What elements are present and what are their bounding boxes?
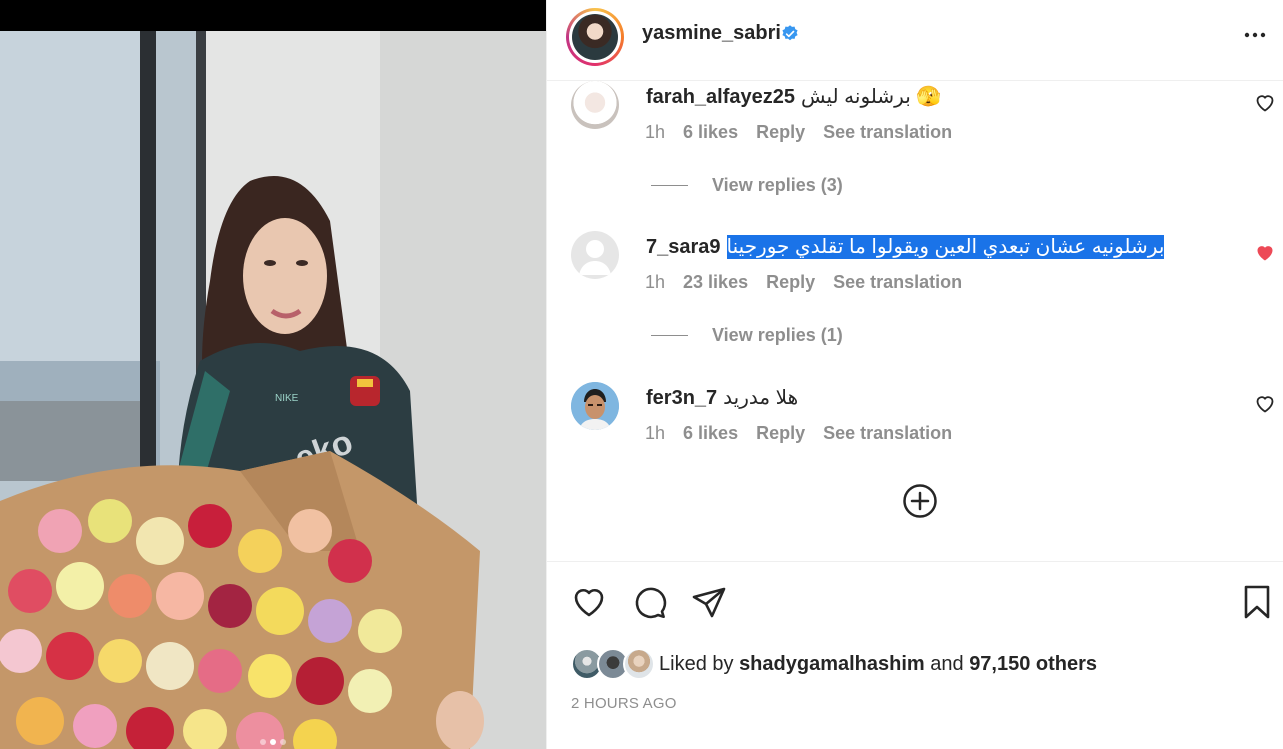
post-modal: NIKE eko yasmine_sabri farah_alfayez25 ب… [0, 0, 1283, 749]
post-photo-illustration: NIKE eko [0, 31, 546, 749]
verified-badge-icon [782, 25, 798, 41]
like-heart-icon[interactable] [569, 582, 609, 622]
svg-text:NIKE: NIKE [275, 393, 299, 404]
commenter-avatar[interactable] [571, 382, 619, 430]
liked-by-text: Liked by shadygamalhashim and 97,150 oth… [659, 653, 1097, 676]
commenter-avatar-image [571, 382, 619, 430]
comment-meta: 1h 23 likes Reply See translation [645, 272, 962, 293]
view-replies-label: View replies (1) [712, 325, 843, 345]
liked-by-user[interactable]: shadygamalhashim [739, 653, 925, 675]
post-photo[interactable]: NIKE eko [0, 31, 546, 749]
view-replies-button[interactable]: View replies (3) [651, 175, 843, 196]
avatar-frame [569, 11, 621, 63]
reply-button[interactable]: Reply [756, 122, 805, 143]
more-horizontal-icon[interactable] [1241, 21, 1269, 49]
post-header: yasmine_sabri [547, 0, 1283, 81]
comment-likes[interactable]: 23 likes [683, 272, 748, 293]
view-replies-line [651, 335, 688, 336]
comment-meta: 1h 6 likes Reply See translation [645, 122, 952, 143]
view-replies-label: View replies (3) [712, 175, 843, 195]
load-more-comments-icon[interactable] [902, 483, 938, 519]
comment-username[interactable]: 7_sara9 [646, 236, 721, 258]
carousel-dot [280, 739, 286, 745]
reply-button[interactable]: Reply [766, 272, 815, 293]
liked-by-row: Liked by shadygamalhashim and 97,150 oth… [571, 647, 1097, 681]
liker-avatar[interactable] [623, 648, 655, 680]
post-author-username[interactable]: yasmine_sabri [642, 22, 781, 45]
comment: fer3n_7 هلا مدريد 1h 6 likes Reply See tr… [547, 382, 1283, 452]
carousel-dot [260, 739, 266, 745]
comment-like-heart-icon[interactable] [1253, 90, 1277, 114]
comment-text-selected: برشلونيه عشان تبعدي العين ويقولوا ما تقل… [726, 235, 1165, 259]
comment-text: برشلونه ليش 🫣 [800, 86, 942, 108]
comment-meta: 1h 6 likes Reply See translation [645, 423, 952, 444]
post-side-panel: yasmine_sabri farah_alfayez25 برشلونه ليش… [546, 0, 1283, 749]
comment-likes[interactable]: 6 likes [683, 122, 738, 143]
comment-time[interactable]: 1h [645, 272, 665, 293]
comment-time[interactable]: 1h [645, 423, 665, 444]
see-translation-button[interactable]: See translation [823, 122, 952, 143]
reply-button[interactable]: Reply [756, 423, 805, 444]
share-send-icon[interactable] [689, 582, 729, 622]
default-avatar-icon [579, 240, 611, 275]
comment-body: fer3n_7 هلا مدريد [646, 385, 798, 410]
comment-like-heart-icon[interactable] [1253, 391, 1277, 415]
comments-list[interactable]: farah_alfayez25 برشلونه ليش 🫣 1h 6 likes … [547, 81, 1283, 561]
see-translation-button[interactable]: See translation [833, 272, 962, 293]
comment-bubble-icon[interactable] [629, 582, 669, 622]
story-ring[interactable] [566, 8, 624, 66]
commenter-avatar[interactable] [571, 81, 619, 129]
post-photo-panel: NIKE eko [0, 0, 546, 749]
commenter-avatar[interactable] [571, 231, 619, 279]
comment-likes[interactable]: 6 likes [683, 423, 738, 444]
carousel-dots [260, 739, 286, 745]
comment-username[interactable]: fer3n_7 [646, 387, 717, 409]
comment-body: 7_sara9 برشلونيه عشان تبعدي العين ويقولوا… [646, 234, 1165, 259]
view-replies-button[interactable]: View replies (1) [651, 325, 843, 346]
comment-text: هلا مدريد [723, 387, 799, 409]
carousel-dot-active [270, 739, 276, 745]
comment: 7_sara9 برشلونيه عشان تبعدي العين ويقولوا… [547, 231, 1283, 345]
comment-username[interactable]: farah_alfayez25 [646, 86, 795, 108]
avatar [572, 14, 618, 60]
view-replies-line [651, 185, 688, 186]
liked-by-others[interactable]: 97,150 others [969, 653, 1097, 675]
comment-body: farah_alfayez25 برشلونه ليش 🫣 [646, 84, 941, 109]
post-timestamp[interactable]: 2 HOURS AGO [571, 695, 677, 712]
comment: farah_alfayez25 برشلونه ليش 🫣 1h 6 likes … [547, 81, 1283, 195]
comment-liked-heart-icon[interactable] [1253, 240, 1277, 264]
liked-by-and: and [930, 652, 964, 675]
comment-time[interactable]: 1h [645, 122, 665, 143]
liked-by-prefix: Liked by [659, 652, 734, 675]
liker-avatars [571, 648, 655, 680]
see-translation-button[interactable]: See translation [823, 423, 952, 444]
save-bookmark-icon[interactable] [1237, 582, 1277, 622]
post-actions: Liked by shadygamalhashim and 97,150 oth… [547, 561, 1283, 749]
